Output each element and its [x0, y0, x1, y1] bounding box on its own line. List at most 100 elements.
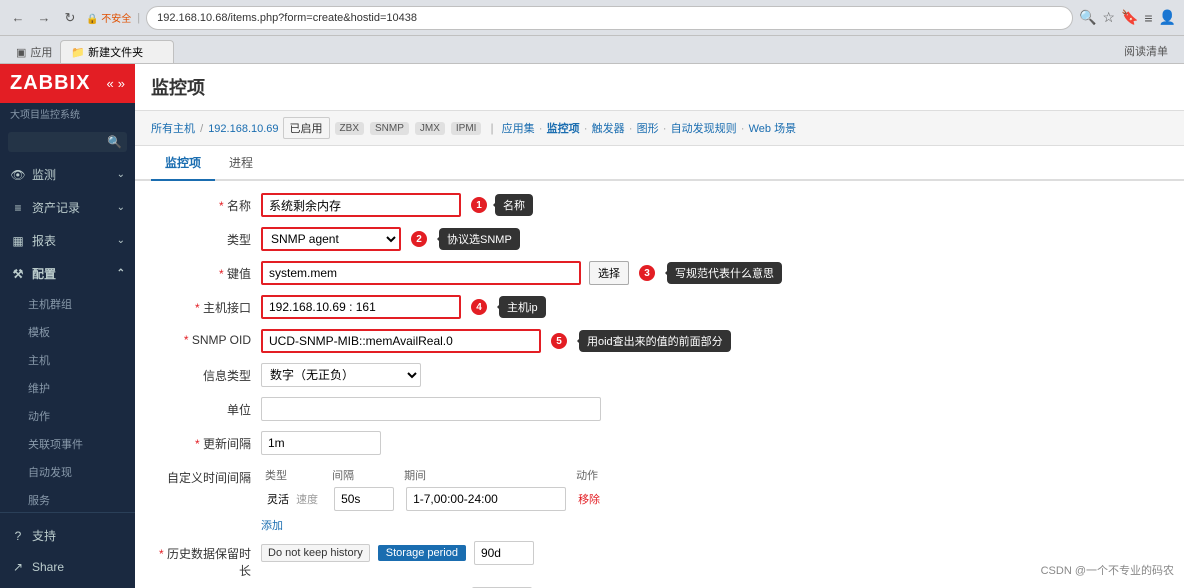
- annotation-num-2: 2: [411, 231, 427, 247]
- breadcrumb-ip[interactable]: 192.168.10.69: [208, 123, 278, 135]
- sidebar-item-maintenance[interactable]: 维护: [0, 374, 135, 402]
- sidebar-item-config[interactable]: ⚒ 配置 ⌃: [0, 257, 135, 290]
- tab-items[interactable]: 监控项: [151, 146, 215, 181]
- status-btn[interactable]: 已启用: [283, 117, 330, 139]
- schedule-action-cell: 移除: [572, 485, 608, 513]
- sidebar-logo: ZABBIX « »: [0, 64, 135, 103]
- unit-label: 单位: [151, 397, 261, 418]
- browser-tab[interactable]: 📁 新建文件夹: [60, 40, 174, 63]
- config-label: 配置: [32, 265, 56, 282]
- name-annotation: 名称: [495, 194, 533, 216]
- sidebar-item-services[interactable]: 服务: [0, 486, 135, 512]
- reports-icon: ▦: [10, 234, 26, 248]
- nav-appsets[interactable]: 应用集: [502, 120, 535, 136]
- breadcrumb-all-hosts[interactable]: 所有主机: [151, 123, 195, 135]
- sidebar-item-hosts[interactable]: 主机: [0, 346, 135, 374]
- schedule-type-cell: 灵活 速度: [261, 485, 328, 513]
- add-schedule-wrap: 添加: [261, 517, 608, 533]
- schedule-remove-btn[interactable]: 移除: [578, 494, 600, 506]
- star-icon[interactable]: ☆: [1102, 9, 1115, 26]
- sidebar-item-discovery[interactable]: 自动发现: [0, 458, 135, 486]
- interval-label: 更新间隔: [151, 431, 261, 452]
- tag-ipmi: IPMI: [451, 122, 482, 135]
- schedule-table: 类型 间隔 期间 动作 灵活 速度: [261, 465, 608, 513]
- nav-web[interactable]: Web 场景: [749, 120, 796, 136]
- tab-folder-icon: 📁: [71, 47, 85, 59]
- schedule-row-1: 灵活 速度 移除: [261, 485, 608, 513]
- bookmark-icon[interactable]: 🔍: [1079, 9, 1096, 26]
- sidebar-item-share[interactable]: ↗ Share: [0, 552, 135, 582]
- sidebar-item-host-groups[interactable]: 主机群组: [0, 290, 135, 318]
- form-body: 名称 1 名称 类型 SNMP agent: [135, 181, 1184, 588]
- history-no-keep-btn[interactable]: Do not keep history: [261, 544, 370, 562]
- annotation-num-3: 3: [639, 265, 655, 281]
- host-iface-input[interactable]: [261, 295, 461, 319]
- sidebar-expand-icon[interactable]: »: [118, 76, 125, 91]
- bookmark2-icon[interactable]: 🔖: [1121, 9, 1138, 26]
- interval-input[interactable]: [261, 431, 381, 455]
- discovery-label: 自动发现: [28, 464, 72, 480]
- sidebar-item-correlations[interactable]: 关联项事件: [0, 430, 135, 458]
- sidebar-item-assets[interactable]: ≡ 资产记录 ⌄: [0, 191, 135, 224]
- apps-label: 应用: [30, 44, 52, 60]
- snmp-oid-input[interactable]: [261, 329, 541, 353]
- sidebar-nav: 👁 监测 ⌄ ≡ 资产记录 ⌄ ▦ 报表 ⌄ ⚒ 配置 ⌃ 主机群组: [0, 158, 135, 512]
- type-select[interactable]: SNMP agent: [261, 227, 401, 251]
- sidebar-item-reports[interactable]: ▦ 报表 ⌄: [0, 224, 135, 257]
- user-icon[interactable]: 👤: [1159, 9, 1176, 26]
- assets-icon: ≡: [10, 201, 26, 215]
- history-storage-btn[interactable]: Storage period: [378, 545, 466, 561]
- tab-process[interactable]: 进程: [215, 146, 267, 181]
- app-container: ZABBIX « » 大项目监控系统 🔍 👁 监测 ⌄ ≡ 资产记录 ⌄: [0, 64, 1184, 588]
- type-annotation-text: 协议选SNMP: [447, 231, 512, 247]
- form-tabs: 监控项 进程: [135, 146, 1184, 181]
- sep6: ·: [741, 121, 745, 135]
- config-icon: ⚒: [10, 267, 26, 281]
- unit-input[interactable]: [261, 397, 601, 421]
- reading-mode-btn[interactable]: 阅读清单: [1116, 39, 1176, 63]
- schedule-interval-input[interactable]: [334, 487, 394, 511]
- nav-graphs[interactable]: 图形: [637, 120, 659, 136]
- interval-row: 更新间隔: [151, 431, 1168, 457]
- refresh-button[interactable]: ↻: [60, 8, 80, 28]
- page-title: 监控项: [151, 78, 205, 98]
- name-input[interactable]: [261, 193, 461, 217]
- nav-triggers[interactable]: 触发器: [592, 120, 625, 136]
- key-input[interactable]: [261, 261, 581, 285]
- snmp-oid-annotation-text: 用oid查出来的值的前面部分: [587, 333, 723, 349]
- host-iface-annotation: 主机ip: [499, 296, 546, 318]
- back-button[interactable]: ←: [8, 8, 28, 28]
- select-key-btn[interactable]: 选择: [589, 261, 629, 285]
- add-schedule-btn[interactable]: 添加: [261, 520, 283, 532]
- sidebar-item-support[interactable]: ? 支持: [0, 519, 135, 552]
- services-label: 服务: [28, 492, 50, 508]
- nav-discovery[interactable]: 自动发现规则: [671, 120, 737, 136]
- col-type: 类型: [261, 465, 328, 485]
- schedule-period-input[interactable]: [406, 487, 566, 511]
- info-type-select[interactable]: 数字（无正负）: [261, 363, 421, 387]
- nav-items[interactable]: 监控项: [547, 120, 580, 136]
- sidebar-collapse-icon[interactable]: «: [107, 76, 114, 91]
- sep4: ·: [629, 121, 633, 135]
- actions-label: 动作: [28, 408, 50, 424]
- sep5: ·: [663, 121, 667, 135]
- snmp-oid-row: SNMP OID 5 用oid查出来的值的前面部分: [151, 329, 1168, 355]
- menu-icon[interactable]: ≡: [1144, 10, 1152, 26]
- support-icon: ?: [10, 529, 26, 543]
- history-value-input[interactable]: [474, 541, 534, 565]
- sidebar-item-actions[interactable]: 动作: [0, 402, 135, 430]
- sidebar-subtitle: 大项目监控系统: [0, 103, 135, 126]
- address-bar[interactable]: [146, 6, 1073, 30]
- tag-jmx: JMX: [415, 122, 445, 135]
- name-annotation-wrap: 1 名称: [465, 194, 533, 216]
- share-icon: ↗: [10, 560, 26, 574]
- snmp-oid-label: SNMP OID: [151, 329, 261, 347]
- sep2: ·: [539, 121, 543, 135]
- sidebar-item-templates[interactable]: 模板: [0, 318, 135, 346]
- forward-button[interactable]: →: [34, 8, 54, 28]
- schedule-row: 自定义时间间隔 类型 间隔 期间 动作: [151, 465, 1168, 533]
- name-label: 名称: [151, 193, 261, 214]
- correlations-label: 关联项事件: [28, 436, 83, 452]
- url-separator: |: [137, 12, 140, 24]
- sidebar-item-monitor[interactable]: 👁 监测 ⌄: [0, 158, 135, 191]
